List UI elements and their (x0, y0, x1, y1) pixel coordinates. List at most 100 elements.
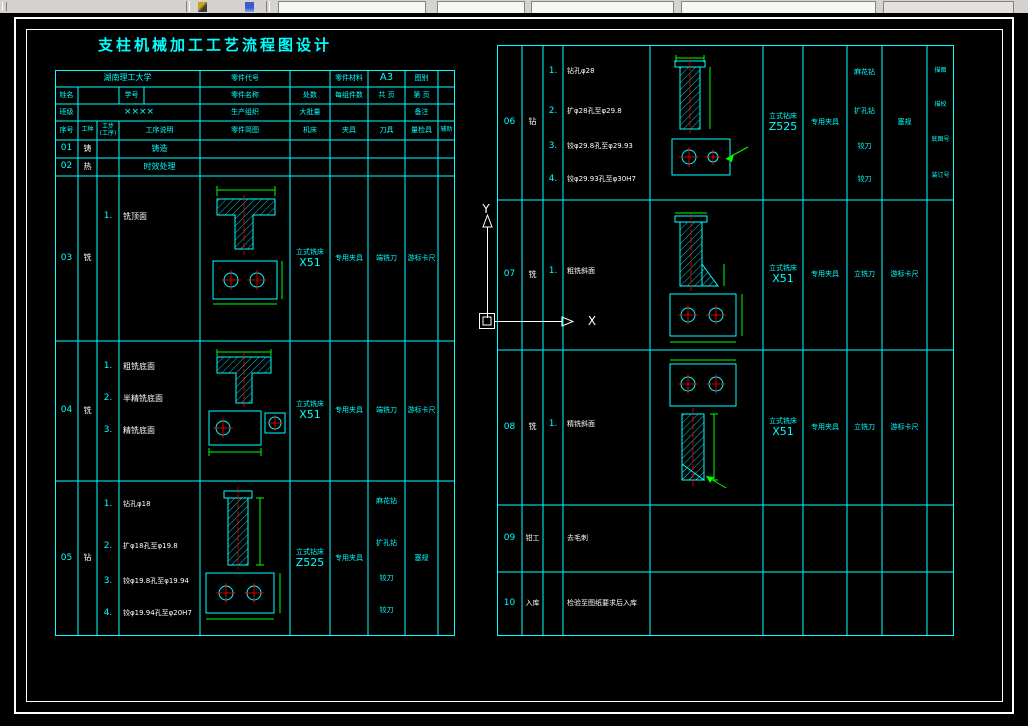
machine-name: 立式钻床 (769, 111, 797, 120)
tool: 麻花钻 (376, 497, 397, 506)
machine-model: Z525 (295, 555, 325, 569)
help-tool-icon[interactable] (245, 2, 254, 12)
step-number: 1. (103, 361, 113, 372)
col-step: 工步 (工序) (97, 121, 119, 140)
part-sketch-op08 (669, 359, 737, 489)
tool: 扩孔钻 (854, 107, 875, 116)
op-number: 02 (60, 161, 73, 172)
op-number: 10 (503, 598, 516, 609)
step-number: 4. (103, 607, 113, 618)
toolbar-strip (0, 0, 1028, 14)
step-number: 4. (548, 174, 558, 185)
col-gauge: 量检具 (411, 125, 432, 134)
machine-cell: 立式钻床 Z525 (763, 45, 803, 200)
machine-cell: 立式铣床 X51 (290, 176, 330, 341)
gauge: 塞规 (414, 553, 429, 562)
part-sketch-op03 (212, 186, 283, 305)
machine-model: X51 (772, 272, 794, 286)
op-number: 08 (503, 421, 516, 432)
margin-label: 描校 (934, 100, 947, 108)
machine-cell: 立式铣床 X51 (763, 350, 803, 505)
op-number: 03 (60, 252, 73, 263)
production-org-label: 生产组织 (231, 107, 259, 116)
step-number: 3. (103, 575, 113, 586)
class-label: 班级 (59, 107, 74, 116)
fixture: 专用夹具 (335, 406, 363, 415)
gauge: 游标卡尺 (407, 253, 436, 262)
machine-model: X51 (772, 424, 794, 438)
cad-application-window: 支柱机械加工工艺流程图设计 湖南理工大学 零件代号 零件材料 A3 图别 姓名 (0, 0, 1028, 726)
toolbar-separator (266, 1, 270, 12)
op-desc: 时效处理 (143, 161, 176, 171)
op-trade: 钻 (83, 553, 92, 563)
tool: 立铣刀 (854, 270, 875, 279)
machine-name: 立式钻床 (296, 547, 324, 556)
op-number: 01 (60, 143, 73, 154)
fixture: 专用夹具 (335, 553, 363, 562)
part-sketch-op06 (671, 55, 749, 176)
col-aux: 辅助 (440, 126, 453, 134)
step-number: 1. (103, 211, 113, 222)
machine-name: 立式铣床 (296, 400, 324, 409)
op-trade: 钻 (528, 117, 537, 127)
op-trade: 入库 (525, 599, 540, 608)
op-trade: 钳工 (525, 533, 540, 542)
step-desc: 铣顶面 (123, 211, 147, 221)
fixture: 专用夹具 (335, 253, 363, 262)
machine-cell: 立式铣床 X51 (763, 200, 803, 350)
step-number: 3. (103, 425, 113, 436)
col-step-l2: (工序) (99, 130, 117, 137)
class-value: ×××× (123, 106, 155, 117)
toolbar-grip[interactable] (2, 2, 7, 11)
machine-model: X51 (299, 408, 321, 422)
drawing-title: 支柱机械加工工艺流程图设计 (98, 36, 333, 54)
step-desc: 扩φ28孔至φ29.8 (567, 107, 622, 116)
step-number: 2. (103, 540, 113, 551)
zoom-tool-icon[interactable] (198, 2, 207, 12)
col-tool: 刀具 (379, 125, 394, 134)
op-trade: 铸 (83, 143, 92, 153)
step-desc: 粗铣底面 (123, 361, 155, 371)
step-desc: 扩φ18孔至φ19.8 (123, 541, 178, 550)
gauge: 游标卡尺 (890, 422, 919, 431)
op-desc: 检验至图纸要求后入库 (567, 599, 637, 608)
step-desc: 半精铣底面 (123, 393, 163, 403)
fixture: 专用夹具 (811, 270, 839, 279)
per-group-label: 每组件数 (335, 90, 363, 99)
margin-label: 装订号 (931, 171, 950, 179)
part-sketch-op04 (208, 349, 286, 456)
fixture: 专用夹具 (811, 117, 839, 126)
step-number: 1. (103, 498, 113, 509)
op-trade: 铣 (83, 405, 92, 415)
step-desc: 钻孔φ18 (123, 499, 151, 508)
drawing-type-label: 图别 (414, 73, 429, 82)
op-number: 04 (60, 405, 73, 416)
ucs-x-label: X (587, 313, 597, 328)
part-code-label: 零件代号 (231, 73, 259, 82)
op-desc: 铸造 (151, 143, 168, 153)
op-number: 06 (503, 116, 516, 127)
tool: 麻花钻 (854, 68, 875, 77)
tool: 端铣刀 (376, 406, 397, 415)
toolbar-separator (186, 1, 190, 12)
col-desc: 工序说明 (145, 125, 174, 134)
step-desc: 钻孔φ28 (567, 67, 595, 76)
machine-cell: 立式钻床 Z525 (290, 481, 330, 636)
col-fixture: 夹具 (342, 125, 356, 134)
step-number: 2. (103, 393, 113, 404)
step-desc: 铰φ19.94孔至φ20H7 (123, 608, 192, 617)
tool: 铰刀 (379, 574, 394, 583)
col-trade: 工种 (81, 126, 94, 134)
machine-model: X51 (299, 255, 321, 269)
gauge: 游标卡尺 (890, 270, 919, 279)
part-sketch-op07 (669, 212, 743, 343)
margin-label: 描图 (934, 66, 947, 74)
school-name: 湖南理工大学 (103, 73, 152, 83)
tool: 端铣刀 (376, 253, 397, 262)
machine-name: 立式铣床 (769, 264, 797, 273)
batch-label: 大批量 (299, 107, 321, 116)
total-pages-label: 共 页 (378, 90, 395, 99)
gauge: 塞规 (897, 117, 912, 126)
step-number: 1. (548, 66, 558, 77)
op-desc: 去毛刺 (567, 533, 588, 542)
